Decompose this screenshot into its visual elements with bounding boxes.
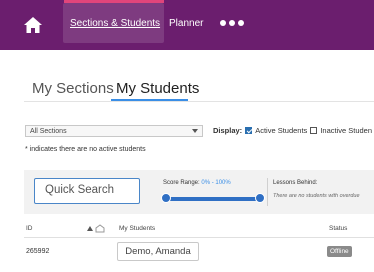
lessons-behind-label: Lessons Behind:: [273, 180, 318, 186]
filter-divider: [267, 178, 268, 206]
lessons-behind-empty-text: There are no students with overdue: [273, 193, 360, 199]
display-options: Display: Active Students Inactive Studen: [213, 126, 372, 135]
nav-sections-students[interactable]: Sections & Students: [70, 18, 160, 29]
score-range-min-handle[interactable]: [161, 193, 171, 203]
score-range-title: Score Range:: [163, 180, 200, 186]
sort-icon[interactable]: [86, 224, 106, 235]
active-students-label: Active Students: [255, 126, 308, 135]
display-label: Display:: [213, 126, 243, 135]
score-range-max-handle[interactable]: [255, 193, 265, 203]
sections-select[interactable]: All Sections: [25, 125, 203, 137]
score-range-label: Score Range: 0% - 100%: [163, 180, 231, 186]
column-header-status[interactable]: Status: [329, 225, 347, 232]
score-range-slider-track[interactable]: [165, 197, 259, 201]
tabs-divider: [24, 101, 374, 102]
row-student-id: 265992: [26, 248, 50, 255]
sections-select-value: All Sections: [30, 128, 67, 135]
top-nav-bar: Sections & Students Planner: [0, 0, 374, 50]
inactive-note: * indicates there are no active students: [25, 146, 146, 153]
score-range-value: 0% - 100%: [201, 180, 231, 186]
active-students-checkbox[interactable]: [245, 127, 253, 134]
filter-panel: Quick Search Score Range: 0% - 100% Less…: [24, 170, 374, 214]
column-header-id[interactable]: ID: [26, 225, 33, 232]
more-dots-icon[interactable]: [220, 20, 244, 26]
tab-my-sections[interactable]: My Sections: [32, 80, 114, 97]
tab-my-students[interactable]: My Students: [116, 80, 199, 97]
table-header-divider: [24, 237, 374, 238]
student-name-button[interactable]: Demo, Amanda: [117, 242, 199, 261]
column-header-students[interactable]: My Students: [119, 225, 155, 232]
home-icon[interactable]: [22, 14, 44, 36]
inactive-students-label: Inactive Studen: [320, 126, 373, 135]
inactive-students-checkbox[interactable]: [310, 127, 318, 134]
chevron-down-icon: [192, 129, 198, 133]
nav-planner[interactable]: Planner: [169, 18, 203, 29]
status-badge: Offline: [327, 246, 352, 257]
quick-search-input[interactable]: Quick Search: [34, 178, 140, 204]
